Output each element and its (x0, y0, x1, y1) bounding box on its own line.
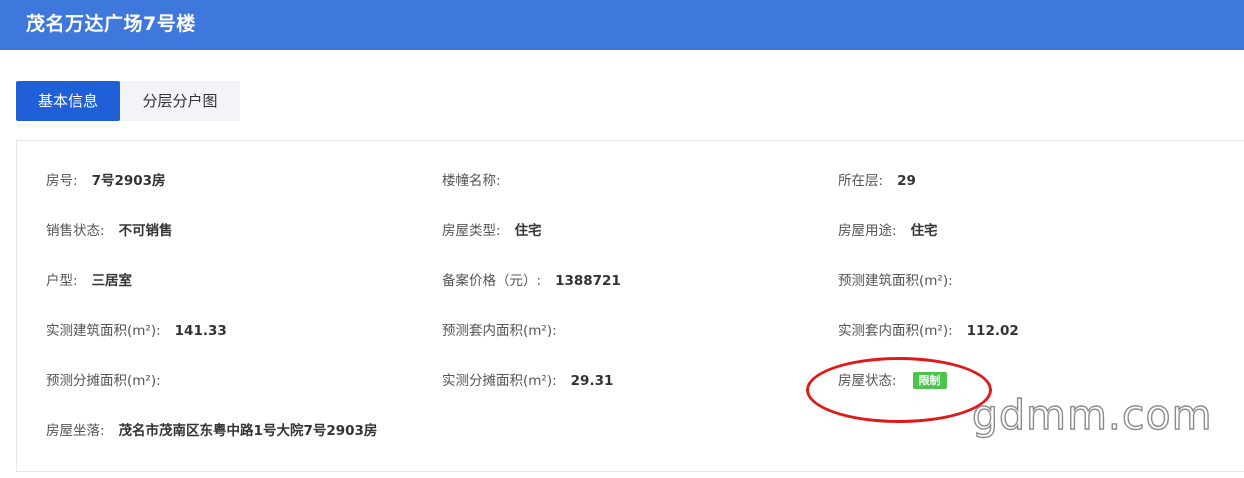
est-build-area-label: 预测建筑面积(m²): (838, 273, 953, 289)
field-house-status: 房屋状态: 限制 (838, 371, 947, 391)
act-build-area-label: 实测建筑面积(m²): (46, 323, 161, 339)
est-inner-area-label: 预测套内面积(m²): (442, 323, 557, 339)
est-shared-area-label: 预测分摊面积(m²): (46, 373, 161, 389)
room-no-label: 房号: (46, 173, 78, 189)
act-inner-area-value: 112.02 (966, 323, 1019, 339)
house-type-label: 房屋类型: (442, 223, 501, 239)
building-name-label: 楼幢名称: (442, 173, 501, 189)
sale-status-label: 销售状态: (46, 223, 105, 239)
page-header: 茂名万达广场7号楼 (0, 0, 1244, 50)
address-value: 茂名市茂南区东粤中路1号大院7号2903房 (118, 423, 378, 439)
site-watermark: gdmm.com (971, 390, 1213, 439)
filing-price-label: 备案价格（元）: (442, 273, 542, 289)
floor-value: 29 (897, 173, 916, 189)
field-filing-price: 备案价格（元）: 1388721 (442, 271, 621, 291)
field-room-no: 房号: 7号2903房 (46, 171, 166, 191)
act-shared-area-value: 29.31 (570, 373, 614, 389)
field-address: 房屋坐落: 茂名市茂南区东粤中路1号大院7号2903房 (46, 421, 377, 441)
field-layout: 户型: 三居室 (46, 271, 132, 291)
act-inner-area-label: 实测套内面积(m²): (838, 323, 953, 339)
page-title: 茂名万达广场7号楼 (26, 13, 196, 35)
field-house-type: 房屋类型: 住宅 (442, 221, 542, 241)
act-shared-area-label: 实测分摊面积(m²): (442, 373, 557, 389)
room-no-value: 7号2903房 (91, 173, 166, 189)
house-status-label: 房屋状态: (838, 373, 897, 389)
field-floor: 所在层: 29 (838, 171, 916, 191)
field-act-build-area: 实测建筑面积(m²): 141.33 (46, 321, 227, 341)
sale-status-value: 不可销售 (118, 223, 173, 239)
tab-bar: 基本信息 分层分户图 (16, 81, 240, 121)
floor-label: 所在层: (838, 173, 884, 189)
layout-value: 三居室 (91, 273, 133, 289)
field-est-inner-area: 预测套内面积(m²): (442, 321, 571, 341)
field-est-shared-area: 预测分摊面积(m²): (46, 371, 175, 391)
filing-price-value: 1388721 (555, 273, 621, 289)
tab-floor-plan[interactable]: 分层分户图 (120, 81, 240, 121)
field-act-inner-area: 实测套内面积(m²): 112.02 (838, 321, 1019, 341)
act-build-area-value: 141.33 (174, 323, 227, 339)
address-label: 房屋坐落: (46, 423, 105, 439)
tab-basic-info[interactable]: 基本信息 (16, 81, 120, 121)
house-use-label: 房屋用途: (838, 223, 897, 239)
field-building-name: 楼幢名称: (442, 171, 515, 191)
house-use-value: 住宅 (910, 223, 938, 239)
field-act-shared-area: 实测分摊面积(m²): 29.31 (442, 371, 613, 391)
layout-label: 户型: (46, 273, 78, 289)
field-house-use: 房屋用途: 住宅 (838, 221, 938, 241)
field-sale-status: 销售状态: 不可销售 (46, 221, 173, 241)
house-status-badge: 限制 (912, 372, 947, 389)
house-type-value: 住宅 (514, 223, 542, 239)
field-est-build-area: 预测建筑面积(m²): (838, 271, 967, 291)
